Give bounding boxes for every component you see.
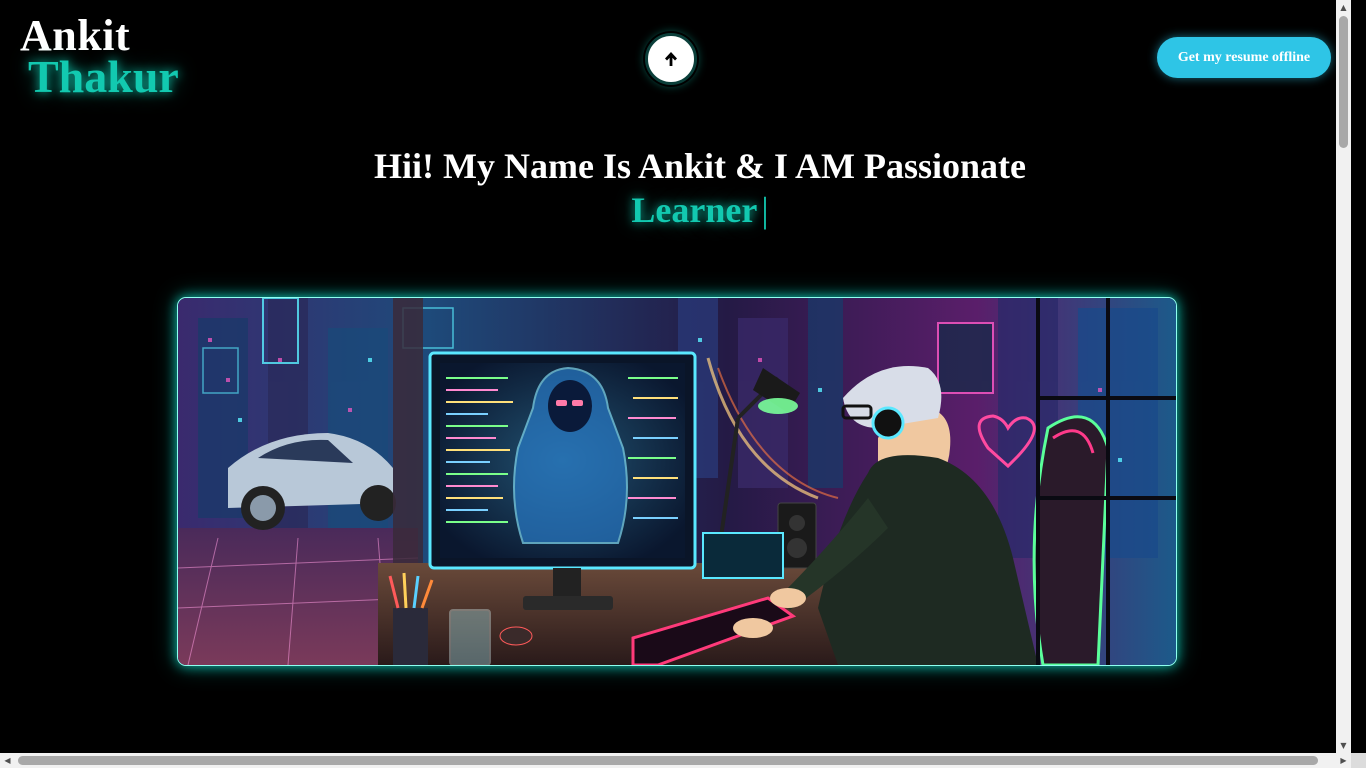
scroll-down-arrow-icon[interactable]: ▼ bbox=[1336, 738, 1351, 753]
horizontal-scrollbar[interactable]: ◀ ▶ bbox=[0, 753, 1351, 768]
logo[interactable]: Ankit Thakur bbox=[20, 14, 179, 100]
hero-banner-image bbox=[177, 297, 1177, 666]
scroll-top-button[interactable] bbox=[645, 33, 697, 85]
logo-last-name: Thakur bbox=[28, 51, 179, 102]
hero-section: Hii! My Name Is Ankit & I AM Passionate … bbox=[0, 145, 1351, 231]
page: Ankit Thakur Get my resume offline Hii! … bbox=[0, 0, 1351, 753]
scrollbar-corner bbox=[1351, 753, 1366, 768]
hero-role-text: Learner bbox=[631, 190, 758, 230]
scroll-up-arrow-icon[interactable]: ▲ bbox=[1336, 0, 1351, 15]
hero-headline: Hii! My Name Is Ankit & I AM Passionate bbox=[374, 146, 1026, 186]
horizontal-scrollbar-thumb[interactable] bbox=[18, 756, 1318, 765]
vertical-scrollbar-thumb[interactable] bbox=[1339, 16, 1348, 148]
scroll-right-arrow-icon[interactable]: ▶ bbox=[1336, 753, 1351, 768]
scroll-left-arrow-icon[interactable]: ◀ bbox=[0, 753, 15, 768]
hero-role-line: Learner | bbox=[0, 189, 1351, 231]
vertical-scrollbar[interactable]: ▲ ▼ bbox=[1336, 0, 1351, 753]
typing-cursor: | bbox=[761, 190, 769, 230]
banner-illustration bbox=[178, 298, 1176, 665]
arrow-up-icon bbox=[665, 52, 677, 66]
resume-download-button[interactable]: Get my resume offline bbox=[1157, 37, 1331, 78]
